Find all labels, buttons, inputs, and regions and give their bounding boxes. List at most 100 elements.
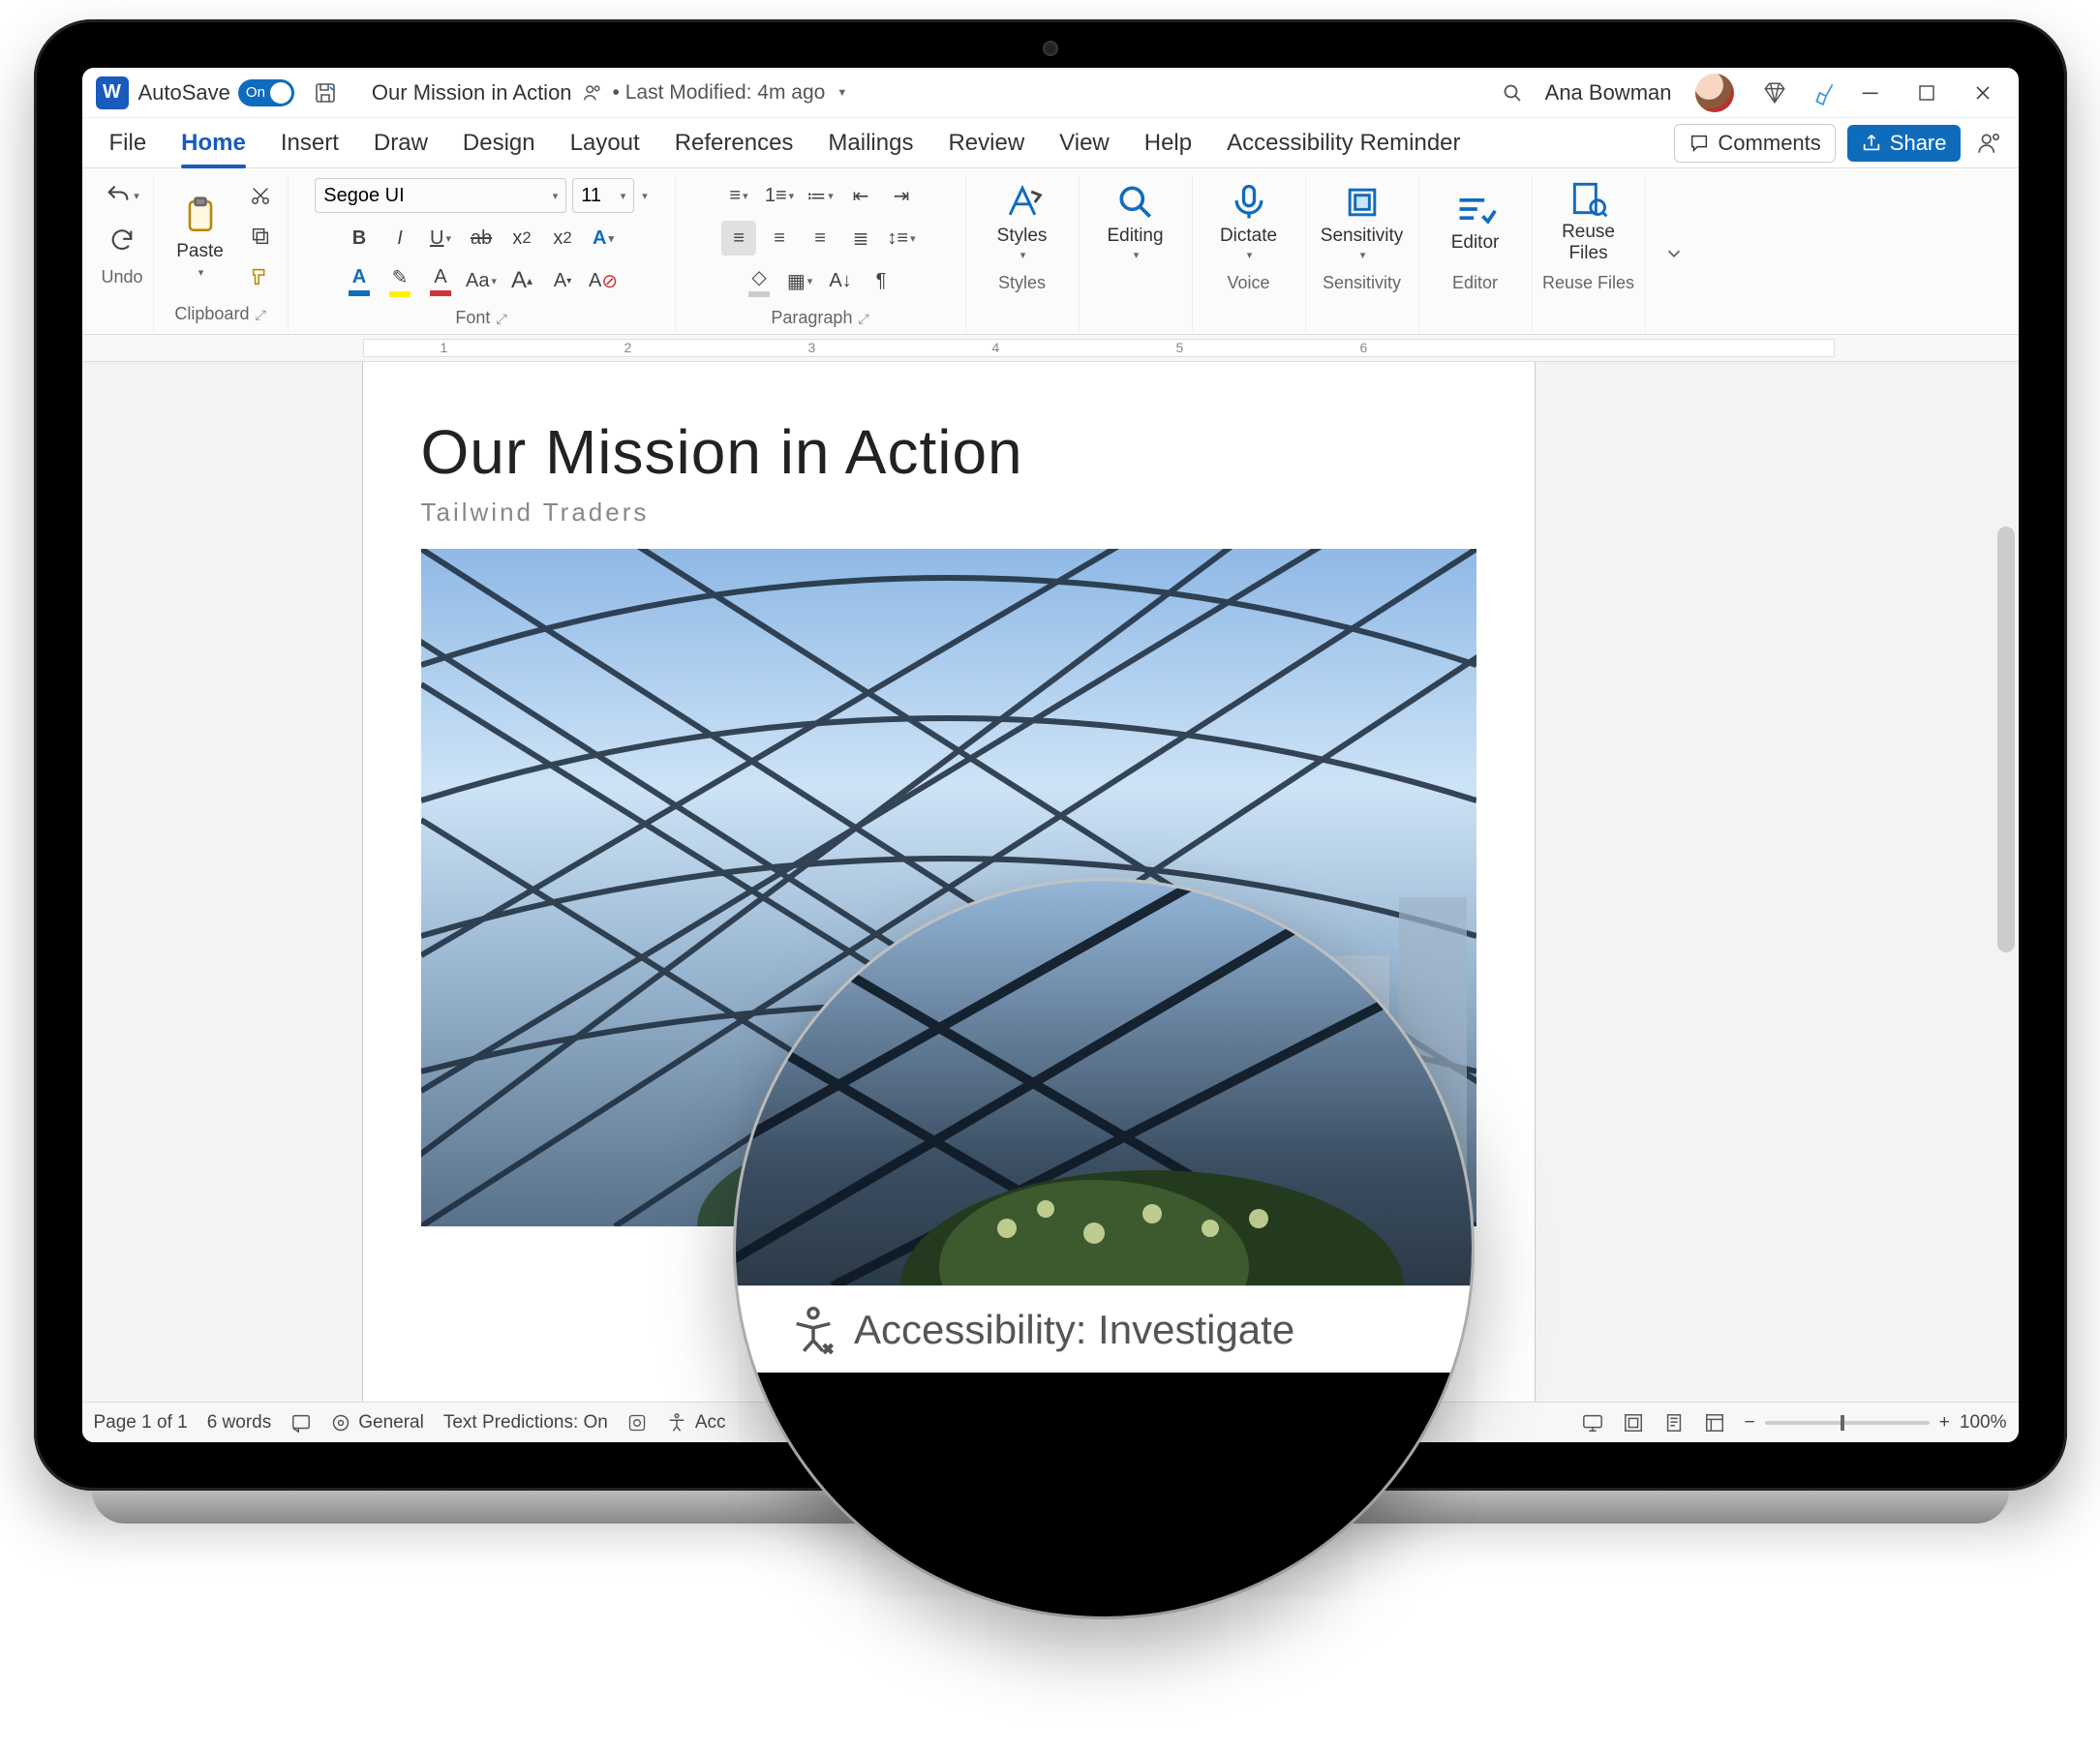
dialog-launcher-icon[interactable]: ⤢ — [496, 311, 506, 326]
align-center-button[interactable]: ≡ — [762, 221, 797, 256]
share-icon — [1861, 133, 1882, 154]
shading-button[interactable]: ◇ — [742, 263, 776, 298]
maximize-button[interactable] — [1899, 74, 1955, 112]
underline-button[interactable]: U▾ — [423, 221, 458, 256]
save-icon[interactable] — [308, 75, 343, 110]
focus-mode[interactable]: General — [331, 1412, 424, 1434]
tab-draw[interactable]: Draw — [358, 120, 443, 166]
dictate-button[interactable]: Dictate▾ — [1202, 174, 1295, 267]
bullets-button[interactable]: ≡▾ — [721, 178, 756, 213]
horizontal-ruler[interactable]: 1 2 3 4 5 6 — [82, 335, 2019, 362]
tab-accessibility-reminder[interactable]: Accessibility Reminder — [1211, 120, 1476, 166]
styles-button[interactable]: Styles▾ — [976, 174, 1069, 267]
document-heading[interactable]: Our Mission in Action — [421, 416, 1476, 488]
editing-button[interactable]: Editing▾ — [1089, 174, 1182, 267]
shrink-font-button[interactable]: A▾ — [545, 263, 580, 298]
align-right-button[interactable]: ≡ — [803, 221, 837, 256]
tab-view[interactable]: View — [1044, 120, 1125, 166]
group-undo: ▾ Undo — [92, 174, 154, 332]
zoom-in-button[interactable]: + — [1939, 1412, 1950, 1434]
show-marks-button[interactable]: ¶ — [864, 263, 898, 298]
grow-font-button[interactable]: A▴ — [504, 263, 539, 298]
search-icon[interactable] — [1495, 75, 1530, 110]
tab-file[interactable]: File — [94, 120, 163, 166]
align-left-button[interactable]: ≡ — [721, 221, 756, 256]
language-icon[interactable] — [290, 1412, 312, 1434]
justify-button[interactable]: ≣ — [843, 221, 878, 256]
increase-indent-button[interactable]: ⇥ — [884, 178, 919, 213]
print-layout-icon[interactable] — [1663, 1412, 1685, 1434]
dialog-launcher-icon[interactable]: ⤢ — [858, 311, 868, 326]
line-spacing-button[interactable]: ↕≡▾ — [884, 221, 919, 256]
highlight-button[interactable]: ✎ — [382, 263, 417, 298]
macro-icon[interactable] — [627, 1413, 647, 1433]
tab-layout[interactable]: Layout — [555, 120, 655, 166]
borders-button[interactable]: ▦▾ — [782, 263, 817, 298]
tab-help[interactable]: Help — [1129, 120, 1207, 166]
reuse-files-button[interactable]: Reuse Files — [1542, 174, 1635, 267]
page-count[interactable]: Page 1 of 1 — [94, 1412, 188, 1434]
share-button[interactable]: Share — [1847, 125, 1961, 162]
close-button[interactable] — [1955, 74, 2011, 112]
repeat-button[interactable] — [105, 223, 139, 257]
accessibility-status[interactable]: Acc — [666, 1412, 726, 1434]
display-settings-icon[interactable] — [1582, 1412, 1603, 1434]
decrease-indent-button[interactable]: ⇤ — [843, 178, 878, 213]
paste-button[interactable]: Paste▾ — [164, 190, 237, 283]
minimize-button[interactable]: ─ — [1842, 74, 1899, 112]
user-avatar[interactable] — [1695, 74, 1734, 112]
subscript-button[interactable]: x2 — [504, 221, 539, 256]
autosave-toggle[interactable]: AutoSave On — [138, 79, 294, 106]
superscript-button[interactable]: x2 — [545, 221, 580, 256]
vertical-scrollbar[interactable] — [1997, 527, 2015, 952]
zoom-slider[interactable] — [1765, 1421, 1930, 1425]
diamond-premium-icon[interactable] — [1757, 75, 1792, 110]
cut-button[interactable] — [243, 178, 278, 213]
zoom-out-button[interactable]: − — [1745, 1412, 1755, 1434]
font-name-selector[interactable]: Segoe UI▾ — [315, 178, 566, 213]
word-count[interactable]: 6 words — [207, 1412, 272, 1434]
tab-mailings[interactable]: Mailings — [812, 120, 928, 166]
toggle-switch[interactable]: On — [238, 79, 294, 106]
multilevel-button[interactable]: ≔▾ — [803, 178, 837, 213]
dialog-launcher-icon[interactable]: ⤢ — [255, 307, 265, 322]
sort-button[interactable]: A↓ — [823, 263, 858, 298]
web-layout-icon[interactable] — [1704, 1412, 1725, 1434]
editing-group-label — [1133, 267, 1138, 297]
undo-button[interactable]: ▾ — [105, 178, 139, 213]
comments-button[interactable]: Comments — [1674, 124, 1835, 163]
font-color-button[interactable]: A — [342, 263, 377, 298]
tab-design[interactable]: Design — [447, 120, 551, 166]
tab-home[interactable]: Home — [166, 120, 261, 166]
clear-formatting-button[interactable]: A⊘ — [586, 263, 621, 298]
strikethrough-button[interactable]: ab — [464, 221, 499, 256]
tab-review[interactable]: Review — [932, 120, 1040, 166]
format-painter-button[interactable] — [243, 259, 278, 294]
font-color2-button[interactable]: A — [423, 263, 458, 298]
zoom-level[interactable]: 100% — [1960, 1412, 2007, 1434]
italic-button[interactable]: I — [382, 221, 417, 256]
copy-button[interactable] — [243, 219, 278, 254]
chevron-down-icon[interactable]: ▾ — [642, 190, 648, 202]
reuse-group-label: Reuse Files — [1542, 267, 1634, 297]
user-name[interactable]: Ana Bowman — [1545, 80, 1672, 106]
account-manager-icon[interactable] — [1972, 126, 2007, 161]
text-effects-button[interactable]: A▾ — [586, 221, 621, 256]
text-predictions[interactable]: Text Predictions: On — [443, 1412, 608, 1434]
zoom-control[interactable]: − + 100% — [1745, 1412, 2007, 1434]
change-case-button[interactable]: Aa▾ — [464, 263, 499, 298]
bold-button[interactable]: B — [342, 221, 377, 256]
focus-view-icon[interactable] — [1623, 1412, 1644, 1434]
document-subtitle[interactable]: Tailwind Traders — [421, 498, 1476, 528]
tab-references[interactable]: References — [659, 120, 809, 166]
tab-insert[interactable]: Insert — [265, 120, 354, 166]
coming-soon-icon[interactable] — [1808, 75, 1842, 110]
sensitivity-button[interactable]: Sensitivity▾ — [1316, 174, 1409, 267]
numbering-button[interactable]: 1≡▾ — [762, 178, 797, 213]
chevron-down-icon[interactable]: ▼ — [837, 87, 847, 99]
font-size-selector[interactable]: 11▾ — [572, 178, 634, 213]
device-camera — [1043, 41, 1058, 56]
editor-button[interactable]: Editor — [1429, 174, 1522, 267]
collapse-ribbon-button[interactable] — [1646, 174, 1702, 332]
document-title-area[interactable]: Our Mission in Action • Last Modified: 4… — [372, 80, 847, 106]
